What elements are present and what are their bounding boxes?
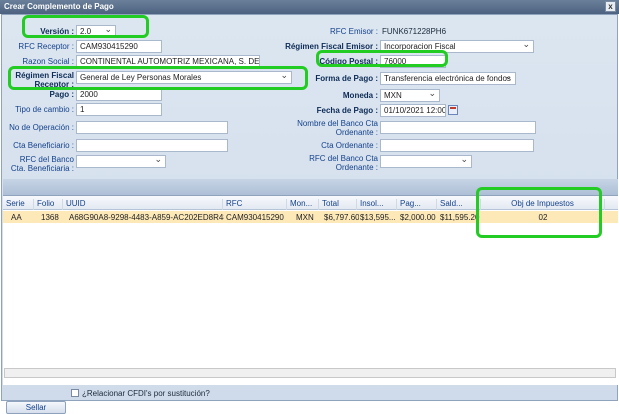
col-rfc[interactable]: RFC [223,199,287,210]
pago-input[interactable]: 2000 [76,88,162,101]
moneda-select[interactable]: MXN [380,89,440,102]
forma-pago-label: Forma de Pago : [315,74,378,83]
col-moneda[interactable]: Mon... [287,199,319,210]
cell-saldo: $11,595.20 [440,213,480,222]
relacionar-label: ¿Relacionar CFDI's por sustitución? [82,389,210,398]
relacionar-checkbox[interactable] [71,389,79,397]
close-icon: x [608,2,613,11]
rfc-emisor-label: RFC Emisor : [330,27,378,36]
window-titlebar: Crear Complemento de Pago x [0,0,619,14]
grid-header-row: Serie Folio UUID RFC Mon... Total Insol.… [3,196,618,210]
form-panel: Versión : 2.0 RFC Receptor : CAM93041529… [1,14,618,414]
cell-uuid: A68G90A8-9298-4483-A859-AC202ED8R489 [69,213,224,222]
cta-ordenante-label: Cta Ordenante : [321,141,378,150]
version-label: Versión : [40,27,74,36]
forma-pago-select[interactable]: Transferencia electrónica de fondos [380,72,516,85]
col-insoluto[interactable]: Insol... [357,199,397,210]
fecha-pago-label: Fecha de Pago : [316,106,378,115]
sellar-button[interactable]: Sellar [6,401,66,414]
payments-grid: Serie Folio UUID RFC Mon... Total Insol.… [3,195,618,385]
col-pagado[interactable]: Pag... [397,199,437,210]
rfc-banco-ordenante-label: RFC del Banco Cta Ordenante : [309,154,378,172]
col-uuid[interactable]: UUID [63,199,223,210]
cta-ordenante-input[interactable] [380,139,534,152]
rfc-banco-ordenante-select[interactable] [380,155,472,168]
col-folio[interactable]: Folio [34,199,63,210]
rfc-receptor-input[interactable]: CAM930415290 [76,40,162,53]
rfc-banco-beneficiario-select[interactable] [76,155,166,168]
cell-pagado: $2,000.00 [400,213,436,222]
pago-label: Pago : [49,90,74,99]
fecha-pago-input[interactable]: 01/10/2021 12:00 [380,104,446,117]
razon-social-input[interactable]: CONTINENTAL AUTOMOTRIZ MEXICANA, S. DE R… [76,55,260,68]
cell-moneda: MXN [296,213,314,222]
regimen-fiscal-emisor-select[interactable]: Incorporacion Fiscal [380,40,534,53]
tipo-cambio-input[interactable]: 1 [76,103,162,116]
regimen-fiscal-receptor-label: Régimen Fiscal Receptor : [15,71,74,89]
no-operacion-label: No de Operación : [9,123,74,132]
cell-folio: 1368 [41,213,59,222]
cta-beneficiario-label: Cta Beneficiario : [13,141,74,150]
cta-beneficiario-input[interactable] [76,139,228,152]
close-button[interactable]: x [605,1,616,12]
codigo-postal-label: Código Postal : [319,57,378,66]
col-saldo[interactable]: Sald... [437,199,481,210]
nombre-banco-ordenante-input[interactable] [380,121,536,134]
col-serie[interactable]: Serie [3,199,34,210]
cell-serie: AA [11,213,22,222]
horizontal-scrollbar[interactable] [4,368,616,378]
col-total[interactable]: Total [319,199,357,210]
grid-toolbar [3,179,618,195]
nombre-banco-ordenante-label: Nombre del Banco Cta Ordenante : [297,119,378,137]
tipo-cambio-label: Tipo de cambio : [15,105,74,114]
cell-rfc: CAM930415290 [226,213,284,222]
cell-obj-impuestos: 02 [538,213,548,222]
rfc-receptor-label: RFC Receptor : [18,42,74,51]
regimen-fiscal-emisor-label: Régimen Fiscal Emisor : [285,42,378,51]
no-operacion-input[interactable] [76,121,228,134]
calendar-icon[interactable] [448,105,458,115]
codigo-postal-input[interactable]: 76000 [380,55,446,68]
moneda-label: Moneda : [342,91,378,100]
regimen-fiscal-receptor-select[interactable]: General de Ley Personas Morales [76,71,292,84]
version-select[interactable]: 2.0 [76,25,116,38]
cell-insoluto: $13,595... [360,213,396,222]
table-row[interactable]: AA 1368 A68G90A8-9298-4483-A859-AC202ED8… [3,211,618,223]
rfc-emisor-value: FUNK671228PH6 [382,27,447,36]
window-title: Crear Complemento de Pago [4,2,114,11]
rfc-banco-beneficiario-label: RFC del Banco Cta. Beneficiaria : [10,155,74,173]
cell-total: $6,797.60 [324,213,359,222]
col-obj-impuestos[interactable]: Obj de Impuestos [481,199,605,210]
razon-social-label: Razon Social : [22,57,74,66]
